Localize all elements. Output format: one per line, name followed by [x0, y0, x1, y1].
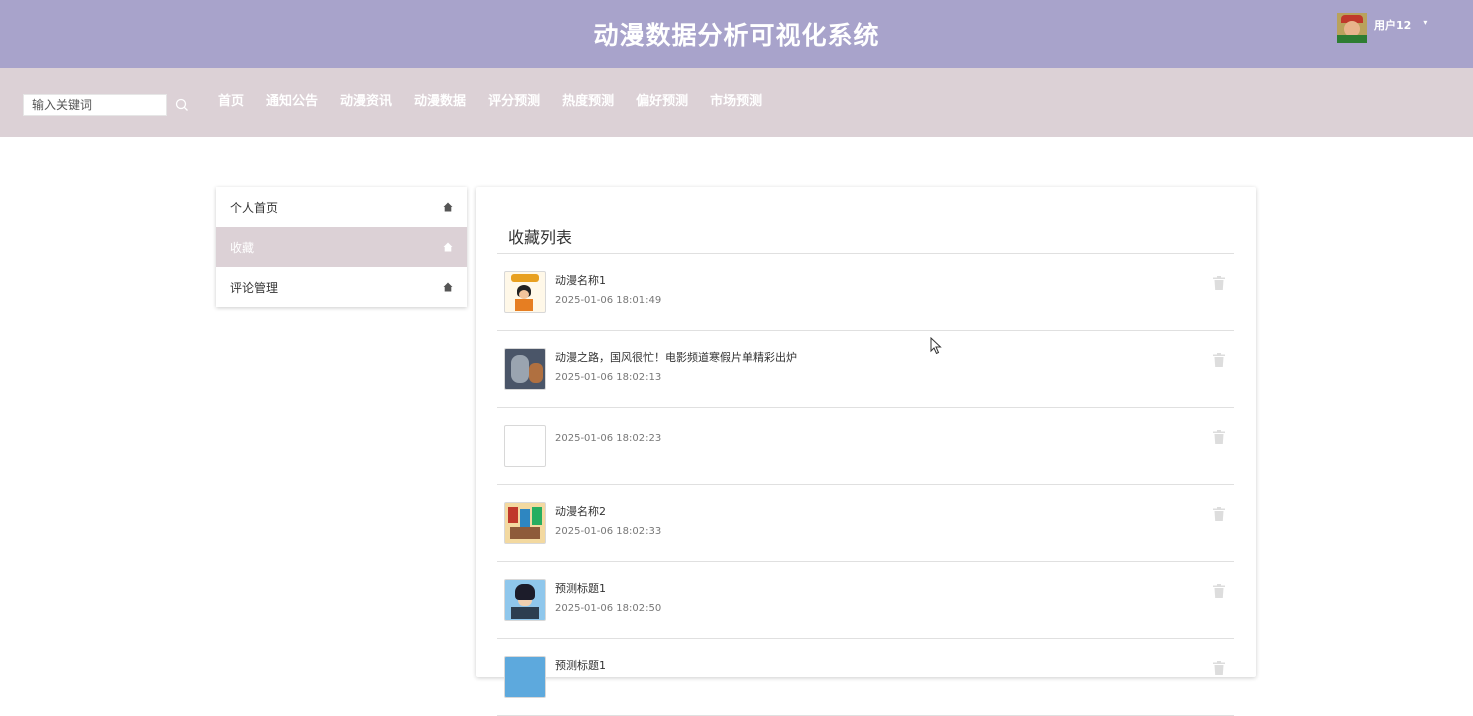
sidebar-item-profile[interactable]: 个人首页: [216, 187, 467, 227]
favorite-time: 2025-01-06 18:02:33: [555, 526, 662, 537]
trash-icon[interactable]: [1213, 661, 1225, 675]
favorite-time: 2025-01-06 18:01:49: [555, 295, 662, 306]
list-item[interactable]: 动漫名称1 2025-01-06 18:01:49: [497, 254, 1234, 331]
sidebar-item-label: 评论管理: [230, 280, 279, 295]
list-item[interactable]: 预测标题1 2025-01-06 18:02:50: [497, 562, 1234, 639]
top-banner: 动漫数据分析可视化系统 用户12 ▾: [0, 0, 1473, 68]
mouse-cursor-icon: [930, 337, 942, 355]
home-icon: [443, 282, 453, 292]
anime-thumbnail[interactable]: [504, 271, 546, 313]
home-icon: [443, 202, 453, 212]
list-item[interactable]: 2025-01-06 18:02:23: [497, 408, 1234, 485]
site-title: 动漫数据分析可视化系统: [593, 21, 880, 50]
list-item[interactable]: 动漫名称2 2025-01-06 18:02:33: [497, 485, 1234, 562]
nav-item-anime-data[interactable]: 动漫数据: [414, 94, 466, 110]
nav-menu: 首页 通知公告 动漫资讯 动漫数据 评分预测 热度预测 偏好预测 市场预测: [218, 94, 784, 110]
sidebar-item-favorites[interactable]: 收藏: [216, 227, 467, 267]
trash-icon[interactable]: [1213, 507, 1225, 521]
trash-icon[interactable]: [1213, 430, 1225, 444]
search-icon[interactable]: [175, 98, 189, 112]
nav-item-notices[interactable]: 通知公告: [266, 94, 318, 110]
user-name[interactable]: 用户12: [1374, 17, 1411, 33]
favorite-time: 2025-01-06 18:02:50: [555, 603, 662, 614]
page-title: 收藏列表: [508, 228, 573, 247]
trash-icon[interactable]: [1213, 353, 1225, 367]
nav-item-heat-predict[interactable]: 热度预测: [562, 94, 614, 110]
favorite-title[interactable]: 动漫名称1: [555, 272, 606, 288]
anime-thumbnail[interactable]: [504, 348, 546, 390]
nav-item-market-predict[interactable]: 市场预测: [710, 94, 762, 110]
broken-image-thumbnail[interactable]: [504, 425, 546, 467]
trash-icon[interactable]: [1213, 276, 1225, 290]
chevron-down-icon[interactable]: ▾: [1423, 18, 1427, 27]
favorite-title[interactable]: 预测标题1: [555, 657, 606, 673]
favorite-time: 2025-01-06 18:02:23: [555, 433, 662, 444]
favorite-title[interactable]: 动漫之路，国风很忙！电影频道寒假片单精彩出炉: [555, 349, 797, 365]
favorite-title[interactable]: 动漫名称2: [555, 503, 606, 519]
anime-thumbnail[interactable]: [504, 656, 546, 698]
nav-item-home[interactable]: 首页: [218, 94, 244, 110]
nav-bar: 首页 通知公告 动漫资讯 动漫数据 评分预测 热度预测 偏好预测 市场预测: [0, 68, 1473, 137]
avatar[interactable]: [1337, 13, 1367, 43]
favorite-time: 2025-01-06 18:02:13: [555, 372, 662, 383]
favorites-panel: 收藏列表 动漫名称1 2025-01-06 18:01:49 动漫之路，国风很忙…: [476, 187, 1256, 716]
trash-icon[interactable]: [1213, 584, 1225, 598]
sidebar: 个人首页 收藏 评论管理: [216, 187, 467, 307]
anime-thumbnail[interactable]: [504, 502, 546, 544]
nav-item-news[interactable]: 动漫资讯: [340, 94, 392, 110]
home-icon: [443, 242, 453, 252]
sidebar-item-comments[interactable]: 评论管理: [216, 267, 467, 307]
search-input[interactable]: [23, 94, 167, 116]
favorite-title[interactable]: 预测标题1: [555, 580, 606, 596]
nav-item-score-predict[interactable]: 评分预测: [488, 94, 540, 110]
list-item[interactable]: 动漫之路，国风很忙！电影频道寒假片单精彩出炉 2025-01-06 18:02:…: [497, 331, 1234, 408]
sidebar-item-label: 收藏: [230, 240, 255, 255]
nav-item-preference-predict[interactable]: 偏好预测: [636, 94, 688, 110]
favorites-list: 动漫名称1 2025-01-06 18:01:49 动漫之路，国风很忙！电影频道…: [497, 254, 1234, 716]
list-item[interactable]: 预测标题1: [497, 639, 1234, 716]
anime-thumbnail[interactable]: [504, 579, 546, 621]
user-menu[interactable]: 用户12 ▾: [1337, 13, 1427, 45]
sidebar-item-label: 个人首页: [230, 200, 279, 215]
